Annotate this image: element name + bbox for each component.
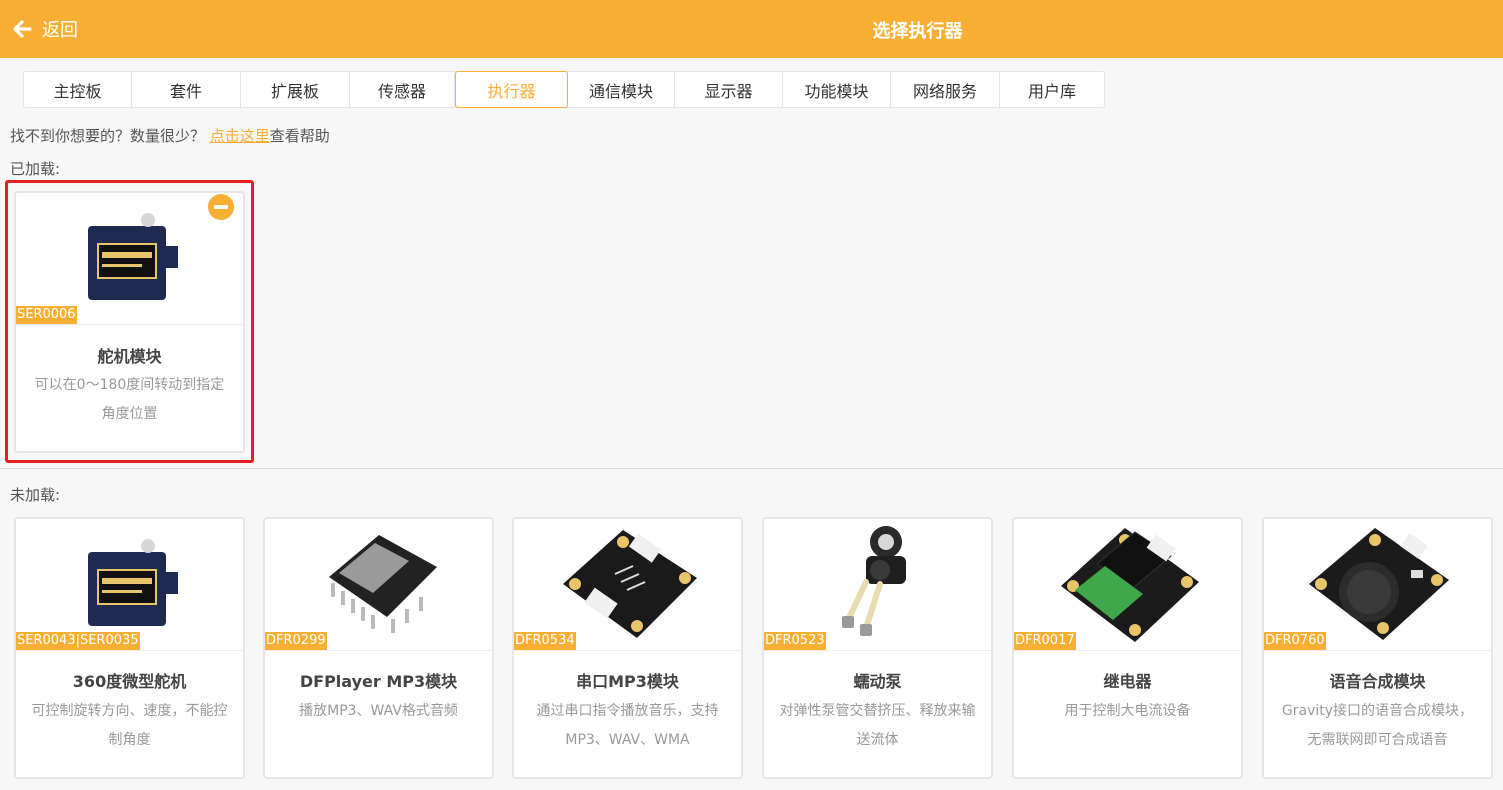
product-sku: SER0006	[16, 306, 77, 324]
tab-kit[interactable]: 套件	[132, 72, 241, 107]
servo-image	[87, 212, 178, 300]
tab-network-service[interactable]: 网络服务	[891, 72, 1000, 107]
product-sku: DFR0534	[514, 632, 576, 650]
product-sku: DFR0017	[1014, 632, 1076, 650]
product-sku: DFR0760	[1264, 632, 1326, 650]
product-desc: 用于控制大电流设备	[1064, 703, 1191, 719]
tab-communication[interactable]: 通信模块	[568, 72, 675, 107]
tab-function-module[interactable]: 功能模块	[783, 72, 891, 107]
product-desc: 可控制旋转方向、速度，不能控制角度	[31, 703, 228, 748]
product-name: 蠕动泵	[853, 672, 902, 691]
help-link[interactable]: 点击这里	[210, 127, 270, 145]
tab-display[interactable]: 显示器	[675, 72, 783, 107]
product-sku: DFR0523	[764, 632, 826, 650]
product-desc: 通过串口指令播放音乐，支持MP3、WAV、WMA	[536, 703, 719, 748]
loaded-card[interactable]: SER0006 舵机模块 可以在0～180度间转动到指定角度位置	[14, 191, 245, 453]
mp3-module-image	[328, 535, 437, 633]
servo-image	[87, 538, 178, 626]
product-desc: 播放MP3、WAV格式音频	[299, 703, 458, 719]
help-prefix: 找不到你想要的？数量很少？	[10, 127, 210, 145]
pump-image	[841, 525, 906, 636]
product-desc: Gravity接口的语音合成模块，无需联网即可合成语音	[1281, 703, 1474, 748]
tab-user-library[interactable]: 用户库	[1000, 72, 1104, 107]
product-card[interactable]: DFR0534 串口MP3模块 通过串口指令播放音乐，支持MP3、WAV、WMA	[512, 517, 743, 779]
product-sku: SER0043|SER0035	[16, 632, 140, 650]
category-tabs: 主控板 套件 扩展板 传感器 执行器 通信模块 显示器 功能模块 网络服务 用户…	[23, 71, 1105, 108]
page-title: 选择执行器	[872, 21, 963, 42]
speech-module-image	[1308, 527, 1449, 640]
product-card[interactable]: DFR0760 语音合成模块 Gravity接口的语音合成模块，无需联网即可合成…	[1262, 517, 1493, 779]
tab-actuator[interactable]: 执行器	[455, 71, 568, 108]
product-name: 360度微型舵机	[72, 672, 187, 691]
product-name: 语音合成模块	[1329, 672, 1426, 691]
tab-expansion-board[interactable]: 扩展板	[241, 72, 350, 107]
serial-mp3-image	[562, 529, 697, 638]
product-card[interactable]: DFR0523 蠕动泵 对弹性泵管交替挤压、释放来输送流体	[762, 517, 993, 779]
relay-image	[1060, 527, 1199, 642]
product-card[interactable]: SER0043|SER0035 360度微型舵机 可控制旋转方向、速度，不能控制…	[14, 517, 245, 779]
product-name: 舵机模块	[97, 347, 162, 366]
loaded-section-label: 已加载:	[10, 160, 61, 178]
tab-main-board[interactable]: 主控板	[24, 72, 132, 107]
product-sku: DFR0299	[265, 632, 327, 650]
product-name: DFPlayer MP3模块	[299, 672, 458, 691]
product-desc: 可以在0～180度间转动到指定角度位置	[34, 377, 225, 422]
unloaded-section-label: 未加载:	[10, 486, 61, 504]
help-text: 找不到你想要的？数量很少？ 点击这里查看帮助	[10, 125, 330, 146]
product-desc: 对弹性泵管交替挤压、释放来输送流体	[779, 703, 976, 748]
section-divider	[0, 468, 1503, 469]
product-card[interactable]: DFR0299 DFPlayer MP3模块 播放MP3、WAV格式音频	[263, 517, 494, 779]
help-suffix: 查看帮助	[269, 127, 330, 145]
product-name: 串口MP3模块	[576, 672, 679, 691]
top-bar: 返回 选择执行器	[0, 0, 1503, 58]
tab-sensor[interactable]: 传感器	[350, 72, 455, 107]
remove-icon[interactable]	[208, 194, 234, 220]
product-card[interactable]: DFR0017 继电器 用于控制大电流设备	[1012, 517, 1243, 779]
product-name: 继电器	[1103, 672, 1152, 691]
